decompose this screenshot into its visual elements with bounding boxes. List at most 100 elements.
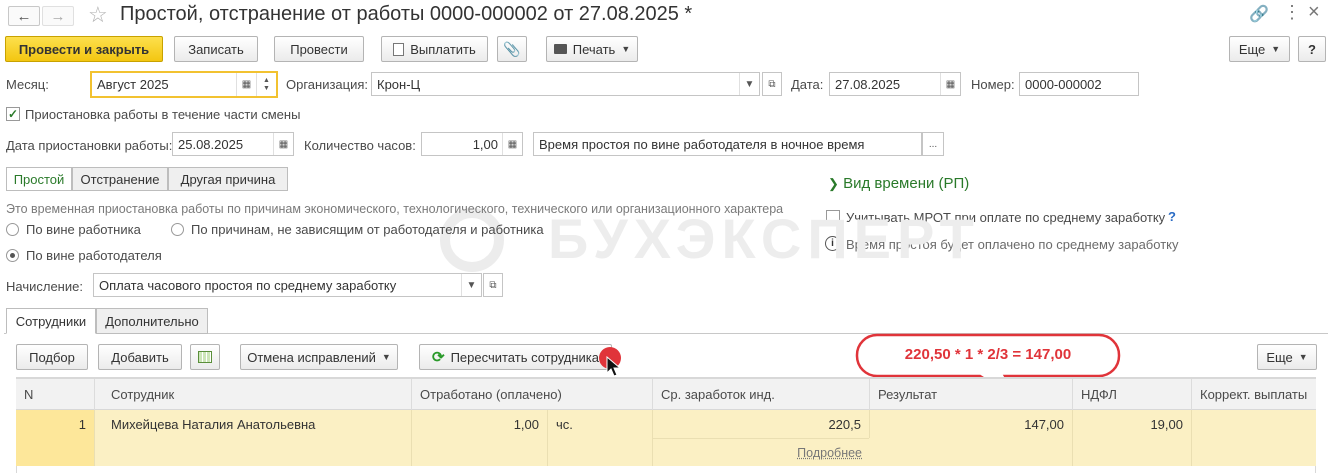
- partial-shift-checkbox[interactable]: ✓: [6, 107, 20, 121]
- row-result[interactable]: 147,00: [870, 410, 1073, 466]
- table-more-label: Еще: [1266, 349, 1293, 365]
- save-button[interactable]: Записать: [174, 36, 258, 62]
- arrow-right-icon: →: [50, 7, 66, 25]
- add-button[interactable]: Добавить: [98, 344, 182, 370]
- tab-suspension[interactable]: Отстранение: [72, 167, 168, 191]
- radio-employer-fault-label: По вине работодателя: [26, 248, 162, 263]
- suspension-date-field[interactable]: 25.08.2025 ▦: [172, 132, 294, 156]
- close-icon[interactable]: ×: [1308, 1, 1320, 24]
- radio-independent-label: По причинам, не зависящим от работодател…: [191, 222, 544, 237]
- favorite-star-icon[interactable]: ☆: [88, 2, 108, 28]
- pay-button-label: Выплатить: [410, 41, 476, 57]
- description-text: Это временная приостановка работы по при…: [6, 202, 784, 216]
- help-button[interactable]: ?: [1298, 36, 1326, 62]
- refresh-icon: ⟳: [431, 349, 445, 366]
- radio-employee-fault[interactable]: [6, 223, 19, 236]
- org-label: Организация:: [286, 77, 369, 92]
- calendar-icon[interactable]: ▦: [236, 73, 256, 96]
- col-header-worked[interactable]: Отработано (оплачено): [412, 379, 653, 410]
- col-header-n[interactable]: N: [16, 379, 95, 410]
- table-add-icon: [198, 351, 212, 363]
- more-button-label: Еще: [1238, 41, 1266, 57]
- org-field[interactable]: Крон-Ц ▼: [371, 72, 760, 96]
- menu-kebab-icon[interactable]: ⋮: [1283, 2, 1301, 23]
- chevron-down-icon[interactable]: ▼: [461, 274, 481, 296]
- partial-shift-label: Приостановка работы в течение части смен…: [25, 107, 301, 122]
- row-ndfl[interactable]: 19,00: [1073, 410, 1192, 466]
- chevron-down-icon[interactable]: ▼: [739, 73, 759, 95]
- hours-label: Количество часов:: [304, 138, 416, 153]
- details-link[interactable]: Подробнее: [716, 446, 862, 460]
- time-type-select-button[interactable]: ...: [922, 132, 944, 156]
- cancel-corrections-button[interactable]: Отмена исправлений ▼: [240, 344, 398, 370]
- nav-back-button[interactable]: ←: [8, 6, 40, 26]
- accrual-field[interactable]: Оплата часового простоя по среднему зара…: [93, 273, 482, 297]
- month-label: Месяц:: [6, 77, 49, 92]
- fill-button[interactable]: [190, 344, 220, 370]
- col-header-avg-earnings[interactable]: Ср. заработок инд.: [653, 379, 870, 410]
- chevron-down-icon: ▼: [1271, 44, 1281, 54]
- tab-employees[interactable]: Сотрудники: [6, 308, 96, 334]
- table-row[interactable]: 1 Михейцева Наталия Анатольевна 1,00 чс.…: [16, 410, 1316, 466]
- month-field[interactable]: Август 2025 ▦ ▲ ▼: [90, 71, 278, 98]
- table-header: N Сотрудник Отработано (оплачено) Ср. за…: [16, 378, 1316, 410]
- row-correction[interactable]: [1192, 410, 1316, 466]
- col-header-result[interactable]: Результат: [870, 379, 1073, 410]
- hours-field[interactable]: 1,00 ▦: [421, 132, 523, 156]
- tab-other-reason[interactable]: Другая причина: [168, 167, 288, 191]
- number-label: Номер:: [971, 77, 1015, 92]
- chevron-down-icon: ▼: [1298, 352, 1308, 362]
- number-field[interactable]: 0000-000002: [1019, 72, 1139, 96]
- paperclip-icon: 📎: [503, 40, 521, 57]
- stepper-icon[interactable]: ▲ ▼: [256, 73, 276, 96]
- recalc-employee-label: Пересчитать сотрудника: [450, 349, 600, 365]
- suspension-date-label: Дата приостановки работы:: [6, 138, 173, 153]
- more-button[interactable]: Еще ▼: [1229, 36, 1290, 62]
- row-avg-earnings[interactable]: 220,5: [653, 410, 870, 438]
- time-kind-link-label: Вид времени (РП): [843, 175, 970, 192]
- org-value: Крон-Ц: [377, 76, 421, 92]
- row-worked[interactable]: 1,00: [412, 410, 548, 466]
- pay-button[interactable]: Выплатить: [381, 36, 488, 62]
- chevron-down-icon: ▼: [621, 44, 631, 54]
- row-avg-divider: [653, 438, 869, 439]
- recalc-employee-button[interactable]: ⟳ Пересчитать сотрудника: [419, 344, 612, 370]
- col-header-correction[interactable]: Коррект. выплаты: [1192, 379, 1316, 410]
- col-header-employee[interactable]: Сотрудник: [103, 379, 412, 410]
- post-button[interactable]: Провести: [274, 36, 364, 62]
- post-and-close-button[interactable]: Провести и закрыть: [5, 36, 163, 62]
- time-kind-link[interactable]: ❯ Вид времени (РП): [828, 175, 969, 192]
- radio-employer-fault[interactable]: [6, 249, 19, 262]
- watermark-logo: [440, 208, 504, 272]
- date-label: Дата:: [791, 77, 824, 92]
- printer-icon: [553, 44, 567, 54]
- date-value: 27.08.2025: [835, 76, 901, 92]
- time-type-value: Время простоя по вине работодателя в ноч…: [539, 136, 865, 152]
- month-value: Август 2025: [97, 77, 169, 92]
- window-title: Простой, отстранение от работы 0000-0000…: [120, 3, 693, 25]
- table-more-button[interactable]: Еще ▼: [1257, 344, 1317, 370]
- time-type-field[interactable]: Время простоя по вине работодателя в ноч…: [533, 132, 922, 156]
- accrual-value: Оплата часового простоя по среднему зара…: [99, 277, 397, 293]
- number-value: 0000-000002: [1025, 76, 1102, 92]
- print-button[interactable]: Печать ▼: [546, 36, 638, 62]
- nav-forward-button[interactable]: →: [42, 6, 74, 26]
- calculator-icon[interactable]: ▦: [502, 133, 522, 155]
- tab-additional[interactable]: Дополнительно: [96, 308, 208, 334]
- tab-idle[interactable]: Простой: [6, 167, 72, 191]
- open-accrual-icon[interactable]: ⧉: [483, 273, 503, 297]
- calendar-icon[interactable]: ▦: [273, 133, 293, 155]
- pick-button[interactable]: Подбор: [16, 344, 88, 370]
- attach-button[interactable]: 📎: [497, 36, 527, 62]
- accrual-label: Начисление:: [6, 279, 83, 294]
- chevron-right-icon: ❯: [828, 176, 839, 191]
- open-org-icon[interactable]: ⧉: [762, 72, 782, 96]
- radio-independent[interactable]: [171, 223, 184, 236]
- col-header-ndfl[interactable]: НДФЛ: [1073, 379, 1192, 410]
- date-field[interactable]: 27.08.2025 ▦: [829, 72, 961, 96]
- row-employee[interactable]: Михейцева Наталия Анатольевна: [103, 410, 412, 466]
- suspension-date-value: 25.08.2025: [178, 136, 244, 152]
- calendar-icon[interactable]: ▦: [940, 73, 960, 95]
- link-icon[interactable]: 🔗: [1249, 4, 1269, 24]
- mrot-help-icon[interactable]: ?: [1168, 209, 1176, 224]
